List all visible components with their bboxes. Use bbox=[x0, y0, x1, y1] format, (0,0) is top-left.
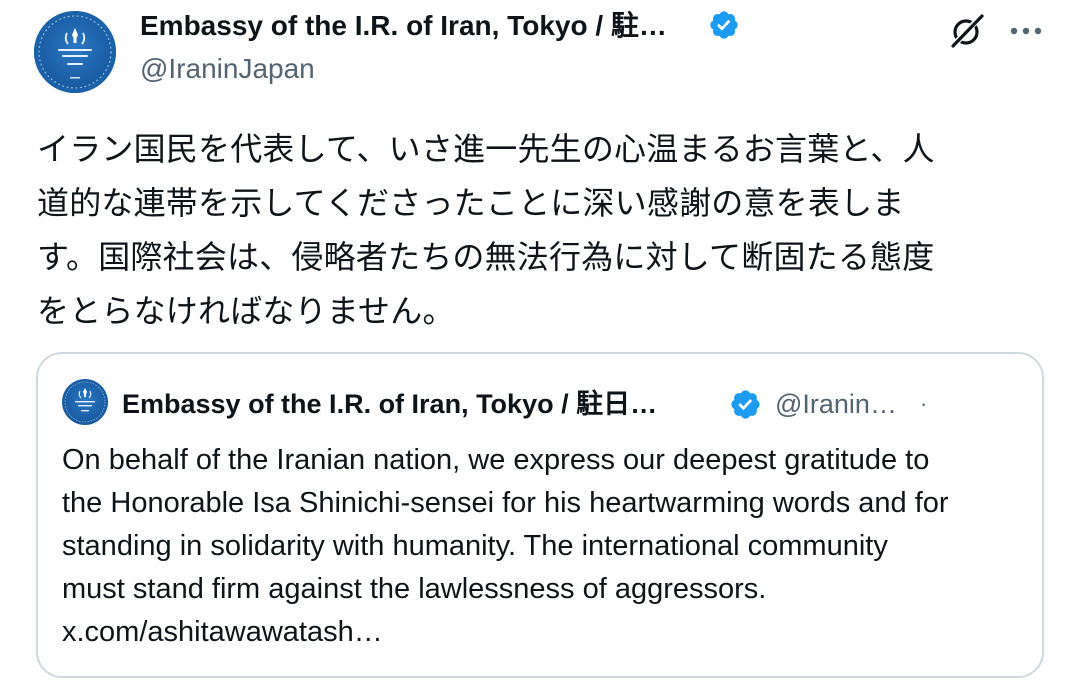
tweet-text-line: イラン国民を代表して、いさ進一先生の心温まるお言葉と、人 bbox=[37, 130, 935, 168]
quoted-tweet-text: On behalf of the Iranian nation, we expr… bbox=[62, 439, 1027, 654]
quoted-author-avatar[interactable] bbox=[62, 379, 108, 425]
quoted-author-handle[interactable]: @Iranin… bbox=[775, 384, 897, 424]
quoted-text-line: must stand firm against the lawlessness … bbox=[62, 573, 767, 605]
quoted-author-name[interactable]: Embassy of the I.R. of Iran, Tokyo / 駐日… bbox=[122, 384, 657, 424]
more-dots-icon[interactable] bbox=[1006, 14, 1046, 48]
tweet-text: イラン国民を代表して、いさ進一先生の心温まるお言葉と、人 道的な連帯を示してくだ… bbox=[37, 122, 1047, 338]
embassy-emblem-icon bbox=[64, 381, 106, 423]
author-handle[interactable]: @IraninJapan bbox=[140, 50, 315, 88]
author-name[interactable]: Embassy of the I.R. of Iran, Tokyo / 駐… bbox=[140, 6, 667, 46]
quoted-text-line: standing in solidarity with humanity. Th… bbox=[62, 530, 888, 562]
tweet-text-line: をとらなければなりません。 bbox=[37, 292, 455, 330]
quoted-link[interactable]: x.com/ashitawawatash… bbox=[62, 611, 1027, 654]
verified-badge-icon bbox=[710, 11, 738, 39]
quoted-text-line: On behalf of the Iranian nation, we expr… bbox=[62, 444, 930, 476]
quoted-text-line: the Honorable Isa Shinichi-sensei for hi… bbox=[62, 487, 949, 519]
author-avatar[interactable] bbox=[34, 11, 116, 93]
verified-badge-icon bbox=[731, 390, 760, 419]
embassy-emblem-icon bbox=[38, 15, 112, 89]
separator-dot: · bbox=[920, 391, 928, 416]
tweet-text-line: 道的な連帯を示してくださったことに深い感謝の意を表しま bbox=[37, 184, 905, 222]
tweet-text-line: す。国際社会は、侵略者たちの無法行為に対して断固たる態度 bbox=[37, 238, 935, 276]
grok-icon[interactable] bbox=[948, 12, 986, 50]
